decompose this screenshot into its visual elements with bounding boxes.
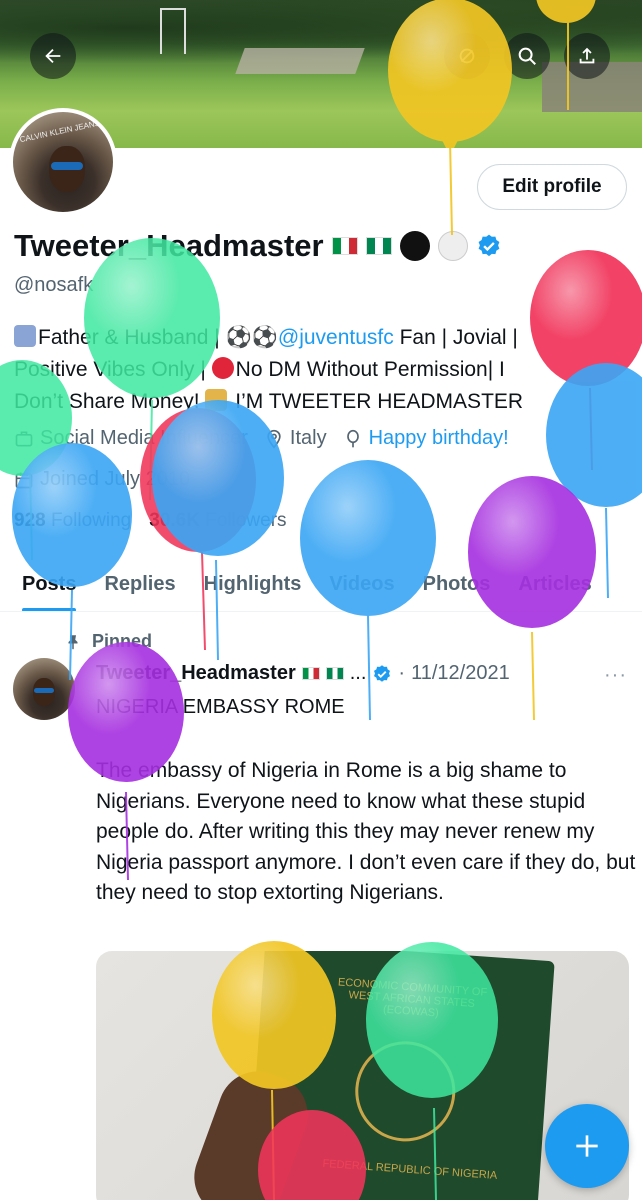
following-label: Following: [50, 510, 132, 531]
profile-meta: Social Media Influencer Italy Happy birt…: [14, 427, 509, 450]
category-item: Social Media Influencer: [14, 427, 248, 450]
tweet-author[interactable]: Tweeter_Headmaster: [96, 662, 296, 685]
birthday-item[interactable]: Happy birthday!: [343, 427, 509, 450]
birthday-link[interactable]: Happy birthday!: [369, 427, 509, 450]
followers-label: Followers: [205, 510, 287, 531]
category-text: Social Media Influencer: [40, 427, 248, 449]
avatar-glasses: [34, 688, 54, 693]
nigeria-flag-icon: [325, 667, 344, 680]
white-circle-icon: [437, 231, 468, 261]
follow-stats: 928 Following 30.6K Followers: [14, 510, 287, 532]
following-count: 928: [14, 510, 46, 531]
passport-text-bottom: FEDERAL REPUBLIC OF NIGERIA: [322, 1157, 498, 1182]
circle-slash-button[interactable]: [444, 33, 490, 79]
banner-path: [235, 48, 365, 74]
passport-image: ECONOMIC COMMUNITY OF WEST AFRICAN STATE…: [247, 951, 555, 1200]
edit-profile-button[interactable]: Edit profile: [477, 164, 627, 210]
more-options-button[interactable]: ···: [604, 664, 627, 687]
search-icon: [518, 47, 536, 65]
compose-button[interactable]: [545, 1104, 629, 1188]
tab-photos[interactable]: Photos: [423, 556, 491, 611]
joined-text: Joined July 2010: [40, 468, 191, 490]
bio-text: Positive Vibes Only |: [14, 358, 212, 381]
following-link[interactable]: 928 Following: [14, 510, 131, 532]
name-ellipsis: ...: [349, 662, 367, 684]
bio-text: I’M TWEETER HEADMASTER: [229, 390, 524, 413]
bio-text: No DM Without Permission| I: [235, 358, 505, 381]
profile-handle: @nosafk: [14, 274, 94, 296]
balloon-icon: [346, 429, 359, 447]
compose-plus-icon: [576, 1135, 598, 1157]
avatar-store-sign: CALVIN KLEIN JEANS: [18, 118, 101, 145]
bio-text: Don’t Share Money!: [14, 390, 206, 413]
italy-flag-icon: [331, 237, 358, 255]
tweet-header: Tweeter_Headmaster ... · 11/12/2021: [96, 662, 510, 685]
soccer-ball-icon: ⚽: [251, 326, 278, 349]
tab-videos[interactable]: Videos: [329, 556, 394, 611]
family-emoji-icon: [14, 325, 36, 347]
circle-slash-icon: [459, 48, 475, 64]
tab-posts[interactable]: Posts: [22, 556, 77, 611]
bio-text: Fan | Jovial |: [393, 326, 518, 349]
calendar-icon: [15, 472, 33, 488]
profile-name: Tweeter_Headmaster: [14, 228, 324, 263]
search-button[interactable]: [504, 33, 550, 79]
bio-text: Father & Husband |: [38, 326, 226, 349]
bio-line-2: Positive Vibes Only | No DM Without Perm…: [14, 354, 634, 386]
joined-item: Joined July 2010: [14, 468, 190, 491]
soccer-ball-icon: ⚽: [225, 326, 252, 349]
profile-bio: Father & Husband | ⚽⚽@juventusfc Fan | J…: [14, 322, 634, 418]
bio-line-1: Father & Husband | ⚽⚽@juventusfc Fan | J…: [14, 322, 634, 354]
share-icon: [579, 47, 595, 64]
back-arrow-icon: [45, 48, 61, 64]
location-pin-icon: [267, 429, 281, 449]
italy-flag-icon: [301, 667, 320, 680]
banner-sign: [160, 8, 186, 54]
nigeria-flag-icon: [365, 237, 392, 255]
tab-articles[interactable]: Articles: [518, 556, 591, 611]
profile-avatar[interactable]: CALVIN KLEIN JEANS: [9, 108, 117, 216]
tab-highlights[interactable]: Highlights: [204, 556, 302, 611]
location-text: Italy: [289, 427, 327, 449]
followers-count: 30.6K: [149, 510, 200, 531]
passport-text-top: ECONOMIC COMMUNITY OF WEST AFRICAN STATE…: [337, 976, 488, 1020]
pinned-label: Pinned: [92, 631, 153, 651]
teacher-emoji-icon: [205, 389, 228, 411]
followers-link[interactable]: 30.6K Followers: [149, 510, 286, 532]
avatar-glasses: [51, 162, 83, 170]
location-item: Italy: [264, 427, 327, 450]
no-entry-icon: [211, 357, 234, 379]
coat-of-arms-icon: [351, 1037, 459, 1145]
tweet-title: NIGERIA EMBASSY ROME: [96, 696, 345, 718]
tweet-body: The embassy of Nigeria in Rome is a big …: [96, 759, 636, 904]
tweet-avatar[interactable]: [13, 658, 75, 720]
verified-badge-icon[interactable]: [476, 233, 502, 259]
juventus-link[interactable]: @juventusfc: [278, 326, 394, 349]
back-button[interactable]: [30, 33, 76, 79]
tab-replies[interactable]: Replies: [104, 556, 175, 611]
pin-icon: [68, 634, 78, 649]
date-separator: ·: [398, 662, 406, 684]
pinned-indicator: Pinned: [64, 631, 152, 652]
profile-tabs: Posts Replies Highlights Videos Photos A…: [0, 556, 642, 612]
tweet-date[interactable]: 11/12/2021: [411, 662, 510, 685]
verified-badge-icon: [374, 664, 391, 682]
bio-line-3: Don’t Share Money! I’M TWEETER HEADMASTE…: [14, 386, 634, 418]
profile-name-row: Tweeter_Headmaster: [14, 228, 502, 264]
briefcase-icon: [15, 431, 33, 446]
black-circle-icon: [399, 231, 430, 261]
share-button[interactable]: [564, 33, 610, 79]
